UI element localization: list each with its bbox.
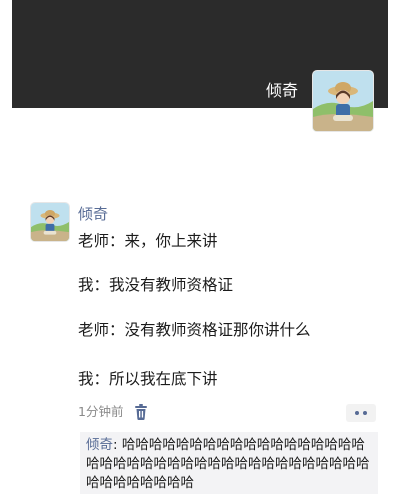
comment-separator: : [113,437,122,453]
cover-user-name[interactable]: 倾奇 [266,82,298,100]
post-text-line: 我：我没有教师资格证 [78,276,234,294]
post-author-name[interactable]: 倾奇 [78,205,108,223]
avatar-image [31,203,69,241]
comment-item[interactable]: 倾奇: 哈哈哈哈哈哈哈哈哈哈哈哈哈哈哈哈哈哈哈哈哈哈哈哈哈哈哈哈哈哈哈哈哈哈哈哈… [86,436,372,493]
comment-text: 哈哈哈哈哈哈哈哈哈哈哈哈哈哈哈哈哈哈哈哈哈哈哈哈哈哈哈哈哈哈哈哈哈哈哈哈哈哈哈哈… [86,437,370,491]
post-author-avatar[interactable] [30,202,70,242]
more-dots-icon[interactable] [346,404,376,422]
comment-section: 倾奇: 哈哈哈哈哈哈哈哈哈哈哈哈哈哈哈哈哈哈哈哈哈哈哈哈哈哈哈哈哈哈哈哈哈哈哈哈… [80,432,378,494]
dot [363,411,367,415]
dot [355,411,359,415]
comment-author[interactable]: 倾奇 [86,437,113,453]
trash-icon[interactable] [134,404,148,420]
post-text-line: 老师：没有教师资格证那你讲什么 [78,321,311,339]
post-timestamp: 1分钟前 [78,404,124,419]
post-text-line: 老师：来，你上来讲 [78,232,218,250]
avatar-image [313,71,373,131]
post-text-line: 我：所以我在底下讲 [78,370,218,388]
profile-avatar[interactable] [312,70,374,132]
